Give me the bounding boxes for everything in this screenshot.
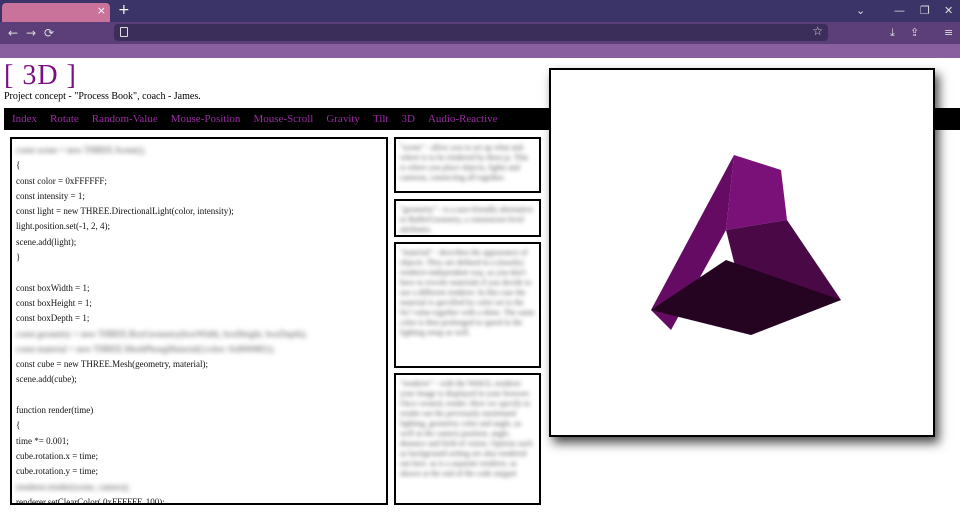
note-renderer: "renderer" - with the WebGL renderer you… bbox=[394, 373, 541, 505]
site-subtitle: Project concept - "Process Book", coach … bbox=[4, 91, 201, 102]
tab-list-icon[interactable]: ⌄ bbox=[856, 4, 865, 17]
code-line: } bbox=[16, 252, 21, 263]
nav-link-index[interactable]: Index bbox=[12, 113, 37, 125]
code-line: light.position.set(-1, 2, 4); bbox=[16, 221, 110, 232]
code-line: scene.add(light); bbox=[16, 236, 77, 247]
extensions-icon[interactable]: ⇪ bbox=[910, 26, 919, 39]
code-line: time *= 0.001; bbox=[16, 435, 69, 446]
browser-tab-strip: × + ⌄ — ❐ ✕ bbox=[0, 0, 960, 22]
note-scene: "scene" - allow you to set up what and w… bbox=[394, 137, 541, 193]
menu-icon[interactable]: ≡ bbox=[944, 26, 953, 39]
forward-icon[interactable]: → bbox=[26, 26, 36, 40]
site-logo[interactable]: [ 3D ] bbox=[4, 60, 77, 92]
code-line: cube.rotation.x = time; bbox=[16, 450, 99, 461]
code-line: const scene = new THREE.Scene(); bbox=[16, 145, 146, 155]
nav-link-gravity[interactable]: Gravity bbox=[326, 113, 360, 125]
code-line: { bbox=[16, 160, 21, 171]
code-line: { bbox=[16, 420, 21, 431]
nav-link-mouse-position[interactable]: Mouse-Position bbox=[171, 113, 241, 125]
code-line: scene.add(cube); bbox=[16, 374, 77, 385]
note-geometry: "geometry" - is a user-friendly alternat… bbox=[394, 199, 541, 237]
bookmark-star-icon[interactable]: ☆ bbox=[812, 24, 823, 38]
code-panel: const scene = new THREE.Scene(); { const c… bbox=[10, 137, 388, 505]
code-line: const material = new THREE.MeshPhongMate… bbox=[16, 343, 275, 354]
code-line: renderer.setClearColor( 0xFFFFFF, 100); bbox=[16, 496, 165, 505]
note-text: "scene" - allow you to set up what and w… bbox=[400, 143, 529, 182]
nav-link-audio-reactive[interactable]: Audio-Reactive bbox=[428, 113, 498, 125]
code-line: const boxDepth = 1; bbox=[16, 313, 90, 324]
minimize-icon[interactable]: — bbox=[894, 4, 905, 17]
tab-close-icon[interactable]: × bbox=[97, 4, 106, 17]
nav-link-3d[interactable]: 3D bbox=[401, 113, 414, 125]
cube-face-top bbox=[726, 155, 787, 230]
code-line: const cube = new THREE.Mesh(geometry, ma… bbox=[16, 359, 209, 370]
nav-link-random-value[interactable]: Random-Value bbox=[92, 113, 158, 125]
browser-tab-active[interactable]: × bbox=[2, 3, 110, 22]
code-line: const light = new THREE.DirectionalLight… bbox=[16, 206, 234, 217]
note-material: "material" - describes the appearance of… bbox=[394, 242, 541, 368]
web-page: [ 3D ] Project concept - "Process Book",… bbox=[0, 58, 960, 520]
download-icon[interactable]: ⤓ bbox=[890, 26, 895, 40]
code-line: const intensity = 1; bbox=[16, 190, 85, 201]
toolbar-divider bbox=[0, 44, 960, 58]
code-line: const color = 0xFFFFFF; bbox=[16, 175, 107, 186]
note-text: "material" - describes the appearance of… bbox=[400, 248, 535, 337]
code-line: const boxWidth = 1; bbox=[16, 282, 90, 293]
close-window-icon[interactable]: ✕ bbox=[944, 4, 953, 17]
threejs-canvas[interactable] bbox=[549, 68, 935, 437]
code-line: function render(time) bbox=[16, 405, 94, 416]
reload-icon[interactable]: ⟳ bbox=[44, 26, 54, 40]
address-bar[interactable]: ☆ bbox=[114, 24, 828, 41]
code-line: const geometry = new THREE.BoxGeometry(b… bbox=[16, 328, 307, 339]
note-text: "renderer" - with the WebGL renderer you… bbox=[400, 379, 533, 478]
nav-link-rotate[interactable]: Rotate bbox=[50, 113, 79, 125]
note-text: "geometry" - is a user-friendly alternat… bbox=[400, 205, 534, 234]
page-icon bbox=[120, 27, 128, 37]
restore-icon[interactable]: ❐ bbox=[920, 4, 930, 17]
code-line: renderer.render(scene, camera); bbox=[16, 481, 130, 492]
code-line: const boxHeight = 1; bbox=[16, 297, 92, 308]
nav-link-tilt[interactable]: Tilt bbox=[373, 113, 389, 125]
browser-toolbar: ← → ⟳ ☆ ⤓ ⇪ ≡ bbox=[0, 22, 960, 44]
back-icon[interactable]: ← bbox=[8, 26, 18, 40]
cube-render bbox=[651, 155, 841, 335]
nav-link-mouse-scroll[interactable]: Mouse-Scroll bbox=[253, 113, 313, 125]
code-line: cube.rotation.y = time; bbox=[16, 466, 99, 477]
new-tab-icon[interactable]: + bbox=[118, 2, 130, 18]
